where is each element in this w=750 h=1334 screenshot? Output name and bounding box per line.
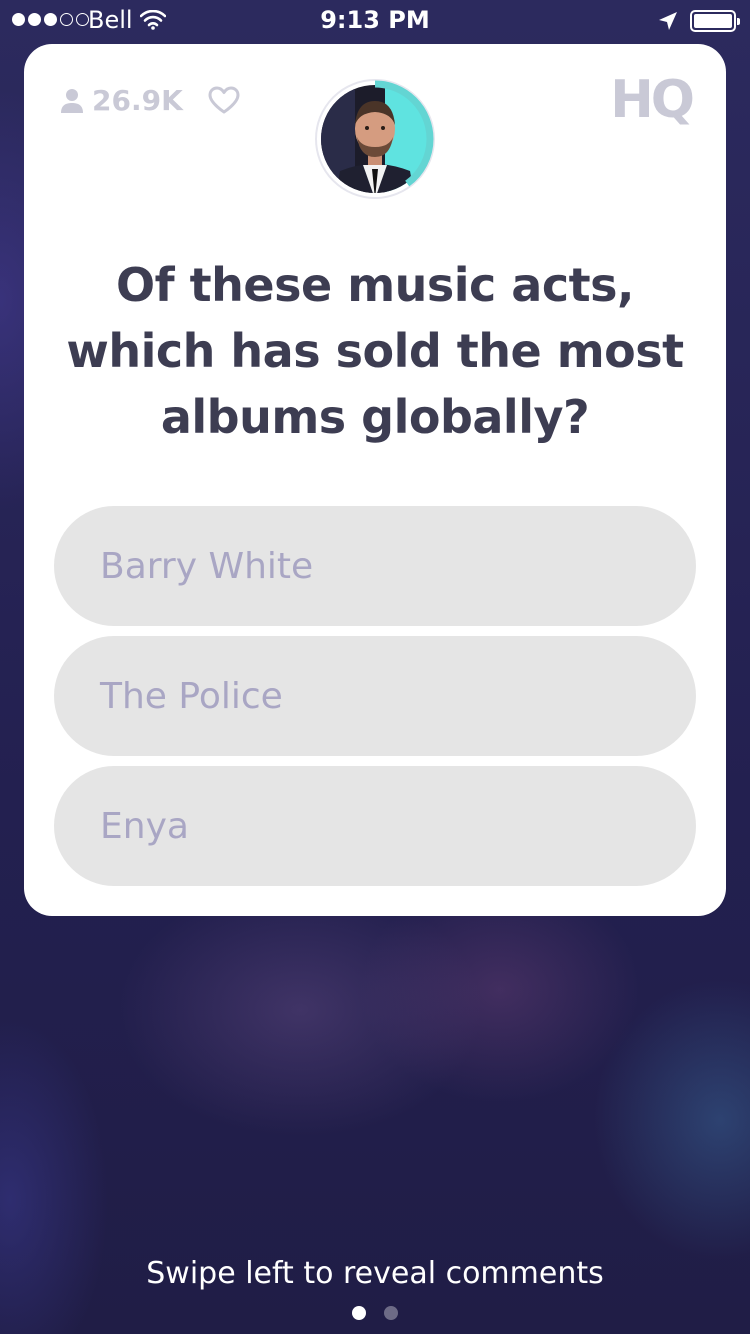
hq-logo: HQ: [610, 70, 695, 130]
battery-icon: [690, 10, 740, 32]
viewer-count: 26.9K: [60, 84, 183, 117]
page-dot-1[interactable]: [352, 1306, 366, 1320]
answer-option-1[interactable]: Barry White: [54, 506, 696, 626]
location-arrow-icon: [658, 9, 678, 37]
answer-list: Barry White The Police Enya: [54, 506, 696, 896]
status-bar: Bell 9:13 PM: [0, 0, 750, 40]
heart-icon[interactable]: [208, 86, 240, 118]
viewer-count-label: 26.9K: [92, 84, 183, 117]
host-avatar: [315, 79, 435, 199]
person-icon: [61, 88, 83, 113]
question-card: 26.9K HQ Of these music acts, which has …: [24, 44, 726, 916]
swipe-hint: Swipe left to reveal comments: [146, 1256, 604, 1291]
page-indicator[interactable]: [0, 1306, 750, 1320]
status-clock: 9:13 PM: [320, 6, 430, 34]
answer-option-2[interactable]: The Police: [54, 636, 696, 756]
answer-option-3[interactable]: Enya: [54, 766, 696, 886]
question-text: Of these music acts, which has sold the …: [66, 258, 684, 444]
page-dot-2[interactable]: [384, 1306, 398, 1320]
